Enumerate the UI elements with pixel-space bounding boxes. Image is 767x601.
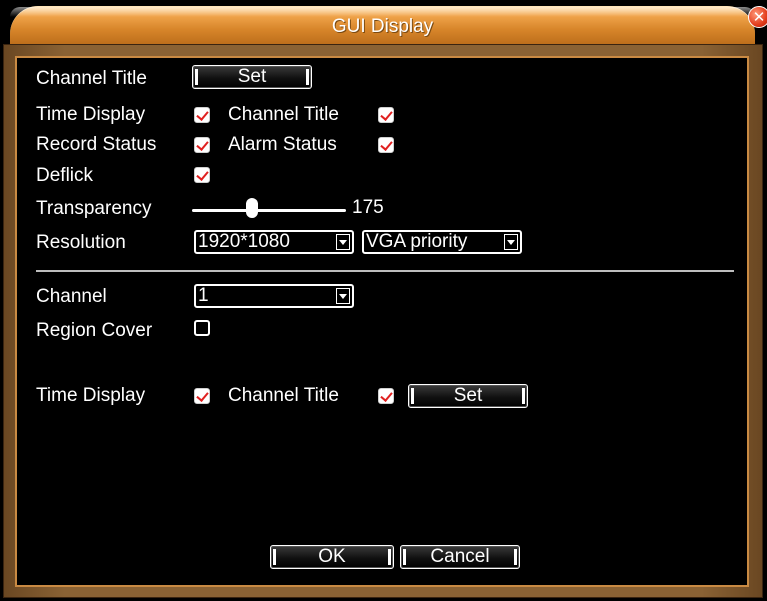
overlay-time-display-checkbox[interactable] [194,388,210,404]
channel-title-check-label: Channel Title [228,104,339,125]
time-display-checkbox[interactable] [194,107,210,123]
resolution-value: 1920*1080 [198,231,290,252]
chevron-down-icon [336,234,350,250]
channel-title-set-button[interactable]: Set [192,65,312,89]
deflick-checkbox[interactable] [194,167,210,183]
chevron-down-icon [336,288,350,304]
output-priority-value: VGA priority [366,231,468,252]
time-display-label: Time Display [36,104,146,125]
overlay-channel-title-label: Channel Title [228,385,339,406]
cancel-button[interactable]: Cancel [400,545,520,569]
overlay-set-button[interactable]: Set [408,384,528,408]
alarm-status-label: Alarm Status [228,134,337,155]
channel-select[interactable]: 1 [194,284,354,308]
section-divider [36,270,734,272]
close-icon[interactable]: ✕ [748,6,767,28]
ok-button[interactable]: OK [270,545,394,569]
record-status-checkbox[interactable] [194,137,210,153]
region-cover-label: Region Cover [36,320,153,341]
channel-title-checkbox[interactable] [378,107,394,123]
chevron-down-icon [504,234,518,250]
channel-label: Channel [36,286,107,307]
transparency-label: Transparency [36,198,152,219]
resolution-select[interactable]: 1920*1080 [194,230,354,254]
window-title: GUI Display [331,16,434,37]
gui-display-window: GUI Display ✕ Channel Title Set Time Dis… [0,0,767,601]
transparency-slider-track[interactable] [192,209,346,212]
transparency-value: 175 [352,197,384,218]
region-cover-checkbox[interactable] [194,320,210,336]
transparency-slider-handle[interactable] [246,198,258,218]
channel-title-label: Channel Title [36,68,147,89]
record-status-label: Record Status [36,134,157,155]
overlay-channel-title-checkbox[interactable] [378,388,394,404]
deflick-label: Deflick [36,165,94,186]
resolution-label: Resolution [36,232,126,253]
overlay-time-display-label: Time Display [36,385,146,406]
alarm-status-checkbox[interactable] [378,137,394,153]
title-bar: GUI Display [10,6,755,47]
channel-value: 1 [198,285,209,306]
output-priority-select[interactable]: VGA priority [362,230,522,254]
